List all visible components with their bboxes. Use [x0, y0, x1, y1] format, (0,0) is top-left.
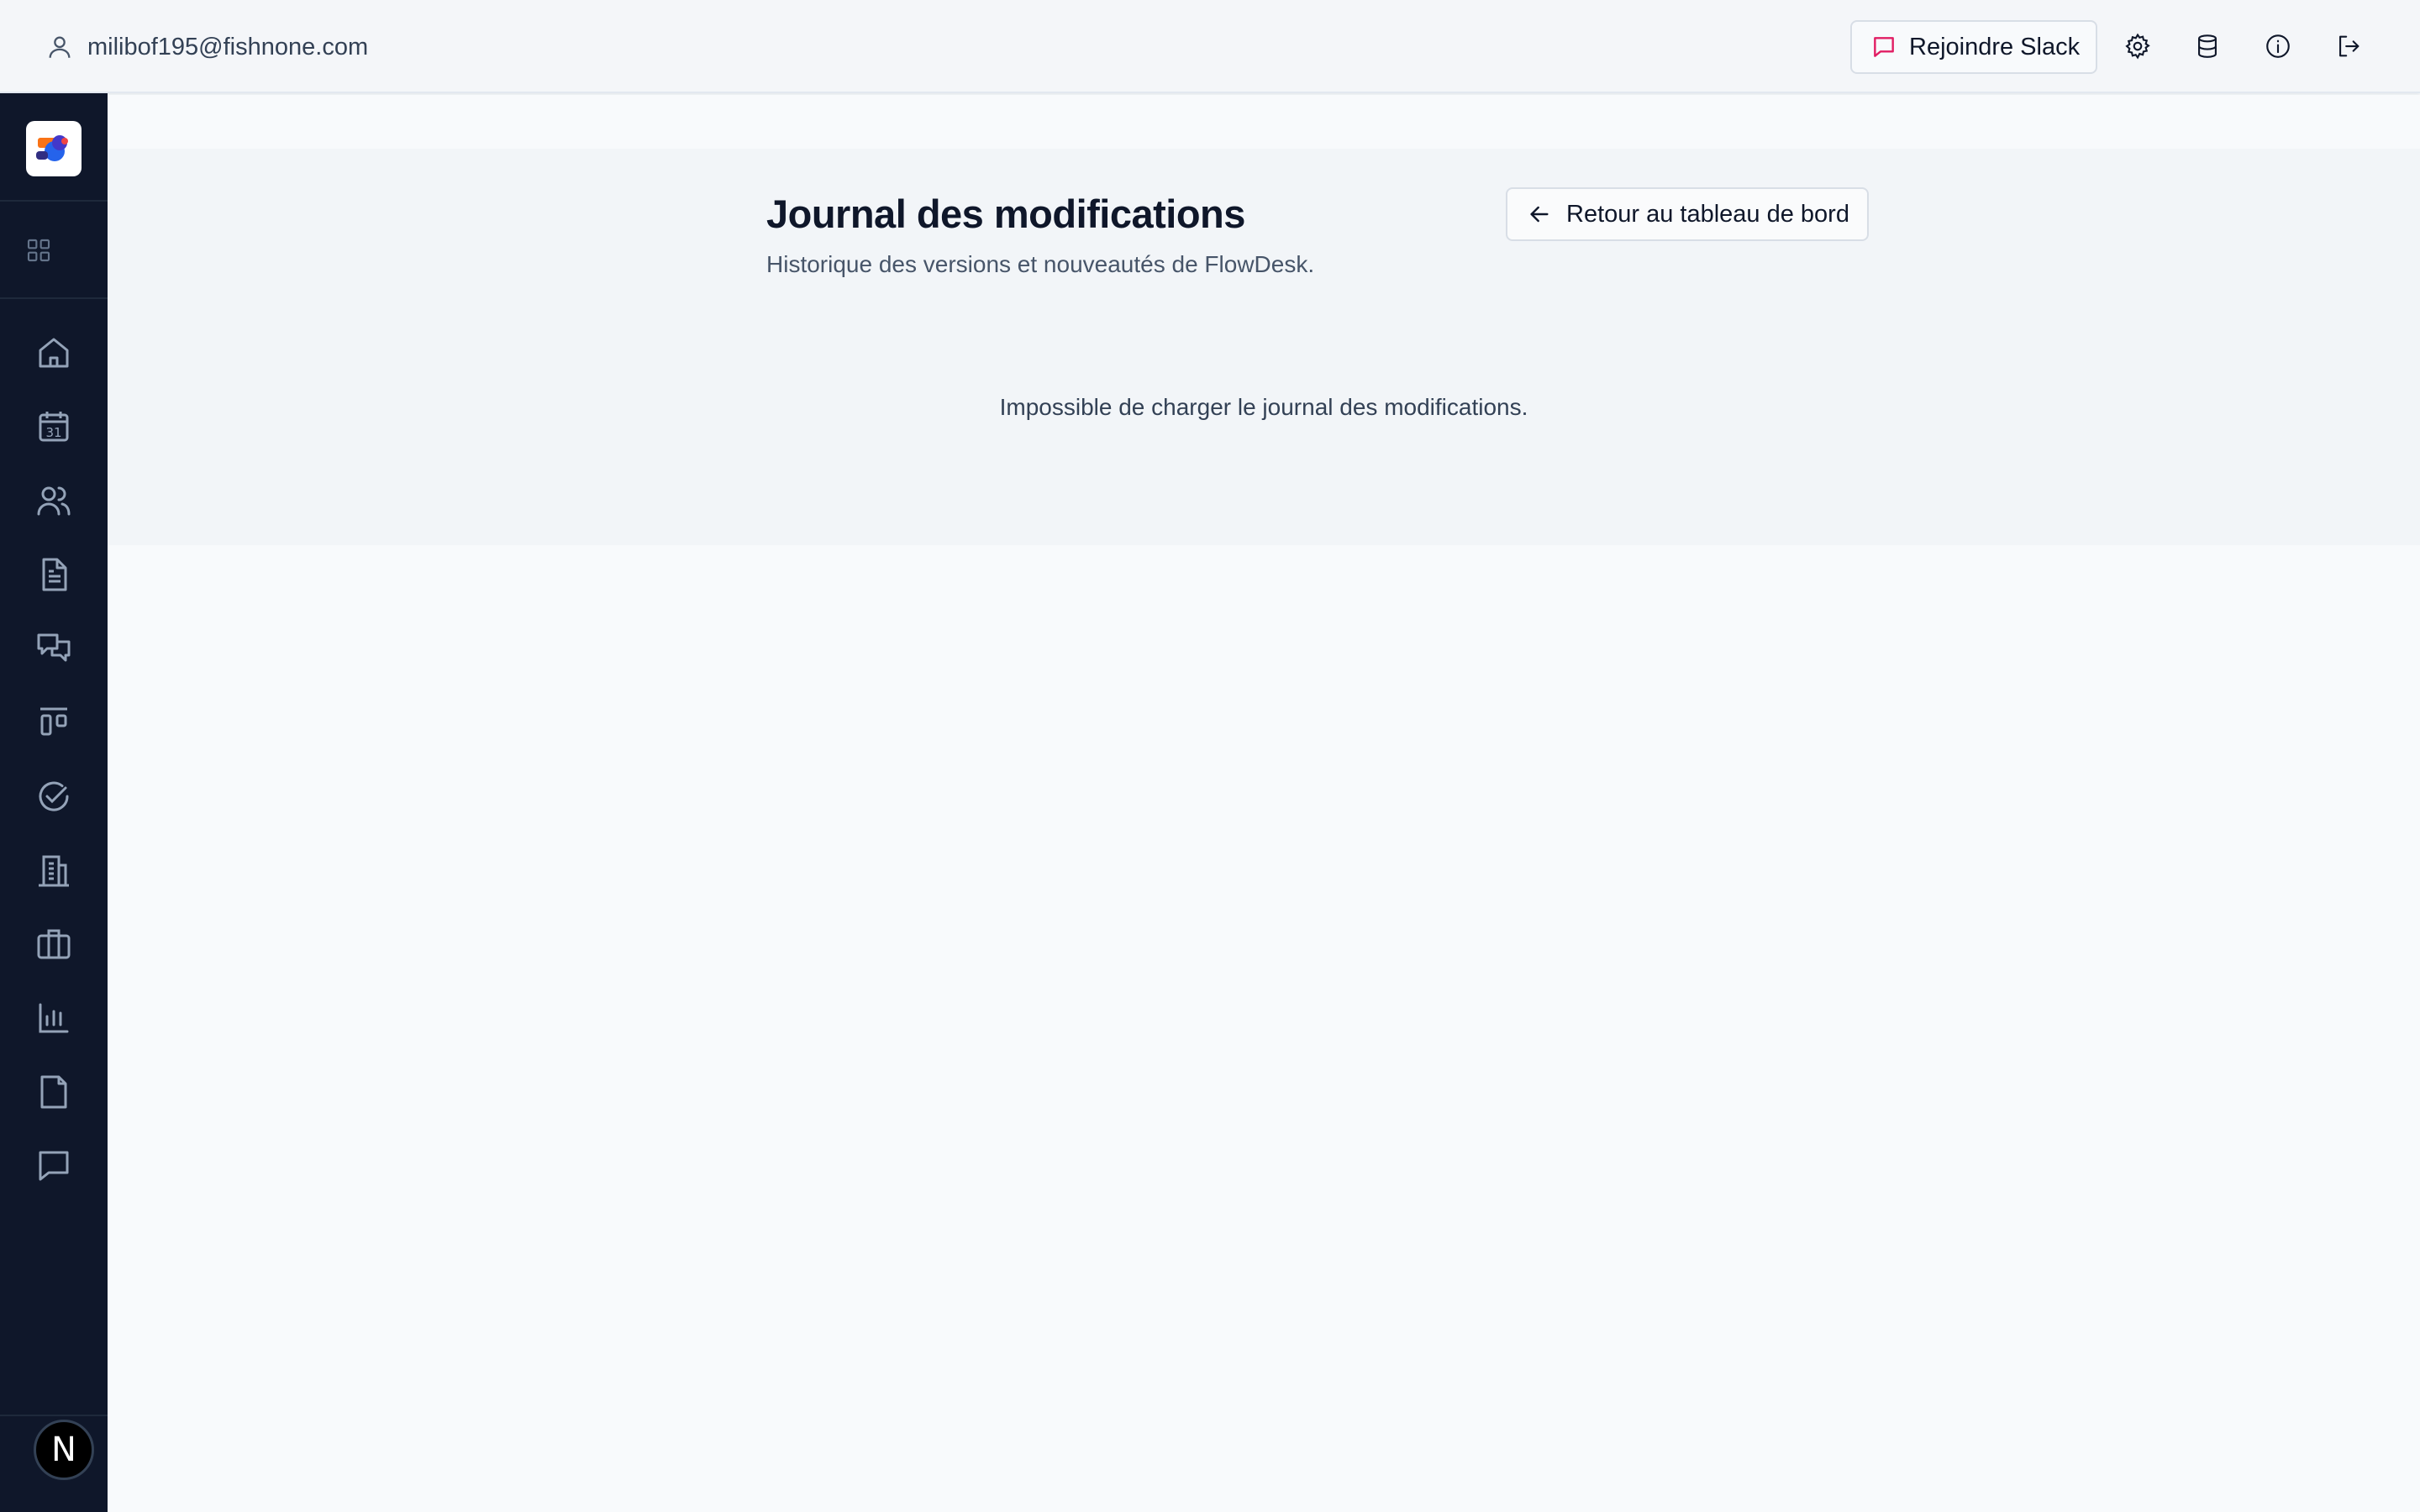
logo-mark-icon	[36, 135, 68, 161]
bar-chart-icon	[39, 1003, 69, 1033]
messages-icon	[37, 633, 71, 662]
comment-icon	[39, 1151, 69, 1181]
info-icon	[2266, 34, 2290, 58]
back-to-dashboard-button[interactable]: Retour au tableau de bord	[1506, 187, 1869, 241]
changelog-panel: Journal des modifications Historique des…	[108, 149, 2420, 545]
settings-button[interactable]	[2123, 32, 2152, 60]
info-button[interactable]	[2264, 32, 2292, 60]
top-bar: milibof195@fishnone.com Rejoindre Slack	[0, 0, 2420, 93]
building-icon	[39, 855, 69, 887]
user-info: milibof195@fishnone.com	[45, 30, 368, 64]
error-message: Impossible de charger le journal des mod…	[999, 394, 1528, 420]
avatar[interactable]: N	[34, 1420, 94, 1480]
sidebar-item-boards[interactable]	[34, 702, 74, 743]
content-top-strip	[108, 95, 2420, 149]
page-title: Journal des modifications	[766, 192, 1245, 236]
file-icon	[40, 1075, 67, 1109]
user-icon	[49, 36, 71, 58]
sidebar: 31	[0, 0, 108, 1512]
apps-grid-icon[interactable]	[25, 237, 52, 264]
chat-icon	[1874, 37, 1894, 57]
home-icon	[39, 338, 69, 368]
arrow-left-icon	[1530, 206, 1549, 223]
calendar-icon: 31	[39, 412, 69, 442]
sidebar-item-reports[interactable]	[34, 998, 74, 1038]
gear-icon	[2125, 33, 2150, 60]
logo-container	[0, 94, 108, 202]
database-button[interactable]	[2193, 32, 2222, 60]
back-to-dashboard-label: Retour au tableau de bord	[1566, 200, 1849, 228]
sidebar-item-companies[interactable]	[34, 850, 74, 890]
sidebar-item-contacts[interactable]	[34, 480, 74, 521]
calendar-day-text: 31	[45, 425, 61, 440]
sidebar-item-deals[interactable]	[34, 924, 74, 964]
sidebar-item-files[interactable]	[34, 1072, 74, 1112]
sidebar-item-tasks[interactable]	[34, 776, 74, 816]
sidebar-item-home[interactable]	[34, 333, 74, 373]
briefcase-icon	[37, 929, 71, 959]
page-subtitle: Historique des versions et nouveautés de…	[766, 251, 1315, 277]
database-icon	[2198, 34, 2217, 58]
logout-icon	[2339, 35, 2360, 57]
document-icon	[42, 558, 67, 591]
sidebar-item-comments[interactable]	[34, 1146, 74, 1186]
sidebar-item-messages[interactable]	[34, 628, 74, 669]
app-logo[interactable]	[26, 121, 82, 176]
join-slack-label: Rejoindre Slack	[1909, 33, 2081, 60]
join-slack-button[interactable]: Rejoindre Slack	[1850, 20, 2097, 74]
apps-grid-row	[0, 202, 108, 299]
users-icon	[37, 486, 71, 516]
logout-button[interactable]	[2334, 32, 2363, 60]
kanban-icon	[40, 707, 67, 736]
user-email: milibof195@fishnone.com	[87, 33, 369, 60]
sidebar-item-calendar[interactable]: 31	[34, 407, 74, 447]
check-circle-icon	[39, 781, 69, 811]
sidebar-item-documents[interactable]	[34, 554, 74, 595]
